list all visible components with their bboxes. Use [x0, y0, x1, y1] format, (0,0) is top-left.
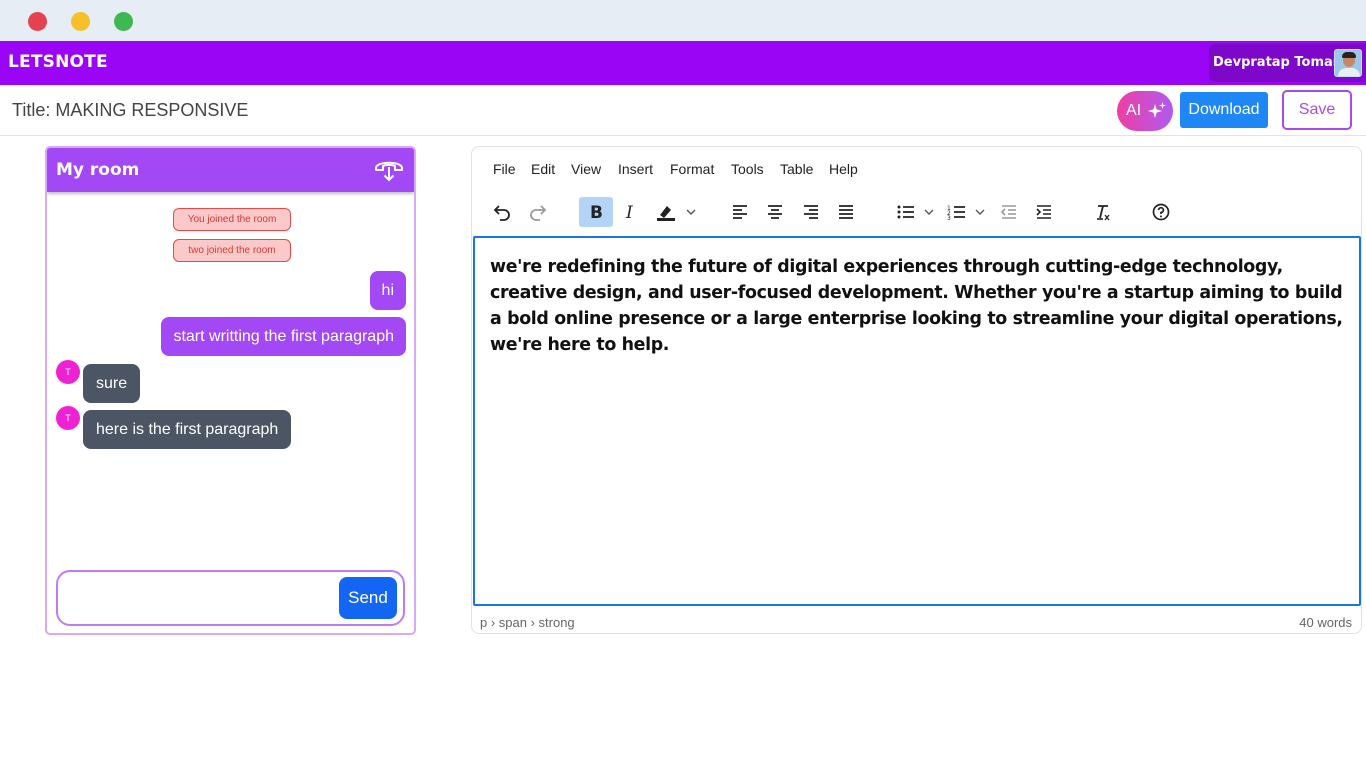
menu-edit[interactable]: Edit — [531, 161, 555, 177]
redo-icon[interactable] — [525, 197, 551, 227]
rich-text-editor: File Edit View Insert Format Tools Table… — [471, 146, 1362, 634]
document-title: Title: MAKING RESPONSIVE — [12, 100, 249, 120]
chat-panel: My room You joined the room two joined t… — [45, 146, 416, 635]
italic-icon[interactable]: I — [619, 197, 643, 227]
word-count[interactable]: 40 words — [1299, 615, 1352, 630]
minimize-window-button[interactable] — [71, 12, 90, 31]
chat-message-input[interactable] — [68, 580, 328, 616]
editor-content-area[interactable]: we're redefining the future of digital e… — [473, 236, 1361, 606]
close-window-button[interactable] — [28, 12, 47, 31]
document-title-bar: Title: MAKING RESPONSIVE AI Download Sav… — [0, 85, 1366, 136]
sender-avatar: T — [56, 360, 80, 384]
maximize-window-button[interactable] — [114, 12, 133, 31]
ai-button-label: AI — [1126, 102, 1142, 119]
outdent-icon[interactable] — [997, 197, 1021, 227]
user-name: Devpratap Tomar — [1213, 55, 1340, 70]
menu-tools[interactable]: Tools — [731, 161, 764, 177]
user-menu[interactable]: Devpratap Tomar — [1209, 44, 1366, 82]
navbar: LETSNOTE Devpratap Tomar — [0, 41, 1366, 85]
element-path[interactable]: p › span › strong — [480, 615, 575, 630]
menu-help[interactable]: Help — [829, 161, 858, 177]
highlight-color-icon[interactable] — [653, 197, 699, 227]
chat-room-title: My room — [56, 160, 140, 180]
editor-statusbar: p › span › strong 40 words — [472, 613, 1361, 633]
outgoing-message: start writting the first paragraph — [161, 317, 406, 356]
window-chrome — [0, 0, 1366, 41]
bullet-list-icon[interactable] — [895, 197, 939, 227]
send-button[interactable]: Send — [339, 577, 397, 619]
chat-composer: Send — [56, 570, 405, 626]
align-left-icon[interactable] — [728, 197, 752, 227]
system-message: You joined the room — [173, 208, 291, 231]
incoming-message: here is the first paragraph — [83, 410, 292, 449]
clear-formatting-icon[interactable] — [1091, 197, 1115, 227]
system-message: two joined the room — [173, 239, 291, 262]
editor-paragraph[interactable]: we're redefining the future of digital e… — [490, 254, 1350, 358]
sparkle-icon — [1148, 102, 1166, 118]
menu-file[interactable]: File — [493, 161, 516, 177]
menu-insert[interactable]: Insert — [618, 161, 653, 177]
indent-icon[interactable] — [1032, 197, 1056, 227]
align-center-icon[interactable] — [763, 197, 787, 227]
sender-avatar: T — [56, 406, 80, 430]
help-icon[interactable] — [1149, 197, 1173, 227]
outgoing-message: hi — [369, 271, 406, 310]
save-button[interactable]: Save — [1282, 90, 1352, 130]
brand-logo[interactable]: LETSNOTE — [8, 52, 108, 72]
menu-table[interactable]: Table — [780, 161, 813, 177]
align-right-icon[interactable] — [799, 197, 823, 227]
svg-text:I: I — [625, 203, 633, 222]
download-button[interactable]: Download — [1180, 92, 1268, 128]
leave-call-icon[interactable] — [374, 157, 404, 188]
menu-view[interactable]: View — [571, 161, 601, 177]
incoming-message: sure — [83, 364, 141, 403]
align-justify-icon[interactable] — [834, 197, 858, 227]
svg-text:3: 3 — [947, 215, 951, 222]
menu-format[interactable]: Format — [670, 161, 714, 177]
user-avatar — [1334, 49, 1362, 77]
svg-text:B: B — [590, 203, 603, 222]
editor-toolbar: B I 123 — [472, 197, 1361, 229]
undo-icon[interactable] — [489, 197, 515, 227]
ai-button[interactable]: AI — [1117, 91, 1173, 131]
bold-icon[interactable]: B — [579, 197, 613, 227]
numbered-list-icon[interactable]: 123 — [946, 197, 990, 227]
chat-header: My room — [47, 148, 414, 192]
